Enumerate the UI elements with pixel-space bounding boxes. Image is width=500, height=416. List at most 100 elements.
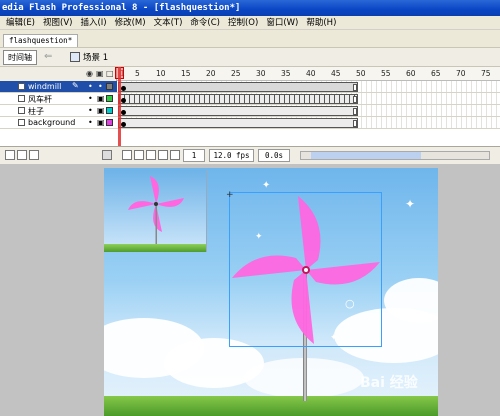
outline-swatch[interactable]	[106, 107, 113, 114]
frame-tick: 65	[431, 69, 441, 78]
lock-icon[interactable]: ▣	[97, 106, 105, 115]
menu-modify[interactable]: 修改(M)	[111, 16, 150, 29]
outline-swatch[interactable]	[106, 95, 113, 102]
center-frame-icon[interactable]	[122, 150, 132, 160]
add-guide-layer-icon[interactable]	[17, 150, 27, 160]
small-pinwheel	[128, 176, 184, 246]
frame-tick: 10	[156, 69, 166, 78]
timeline-toolbar: 时间轴 ⇐ 场景 1	[0, 47, 500, 67]
layer-name[interactable]: 柱子	[28, 106, 44, 117]
layer-icon	[18, 107, 25, 114]
keyframe[interactable]	[121, 122, 126, 127]
watermark: Bai 经验	[360, 375, 418, 391]
insert-folder-icon[interactable]	[29, 150, 39, 160]
document-tab[interactable]: flashquestion*	[3, 34, 79, 47]
frame-tick: 60	[406, 69, 416, 78]
frame-tick: 45	[331, 69, 341, 78]
layer-row-background[interactable]: background • ▣	[0, 117, 117, 129]
document-tab-bar: flashquestion*	[0, 31, 500, 47]
bubble-icon: ○	[345, 297, 355, 310]
layer-icon	[18, 95, 25, 102]
onion-markers-icon[interactable]	[170, 150, 180, 160]
layer-row-pillar[interactable]: 柱子 • ▣	[0, 105, 117, 117]
frame-tick: 35	[281, 69, 291, 78]
end-frame[interactable]	[353, 96, 357, 103]
scene-label[interactable]: 场景 1	[83, 51, 108, 63]
outline-icon[interactable]: □	[106, 69, 114, 78]
frame-row-pole[interactable]	[117, 93, 500, 105]
visibility-dot[interactable]: •	[88, 82, 93, 91]
frame-rate-field[interactable]: 12.0 fps	[209, 149, 254, 162]
frame-tick: 15	[181, 69, 191, 78]
frame-ruler[interactable]: 1 5 10 15 20 25 30 35 40 45 50 55 60 65 …	[117, 67, 500, 81]
frame-tick: 30	[256, 69, 266, 78]
back-arrow-icon[interactable]: ⇐	[44, 51, 52, 62]
frame-tick: 20	[206, 69, 216, 78]
outline-swatch[interactable]	[106, 83, 113, 90]
onion-outline-icon[interactable]	[146, 150, 156, 160]
frame-span[interactable]	[118, 82, 358, 92]
frame-span[interactable]	[118, 118, 358, 128]
frame-tick: 40	[306, 69, 316, 78]
scrollbar-thumb[interactable]	[311, 152, 421, 159]
layer-icon	[18, 119, 25, 126]
layer-header: ◉ ▣ □	[0, 67, 117, 81]
menu-window[interactable]: 窗口(W)	[262, 16, 302, 29]
window-title-bar: edia Flash Professional 8 - [flashquesti…	[0, 0, 500, 16]
frame-tick: 25	[231, 69, 241, 78]
pencil-icon: ✎	[72, 81, 79, 90]
menu-commands[interactable]: 命令(C)	[186, 16, 224, 29]
end-frame[interactable]	[353, 120, 357, 127]
menu-edit[interactable]: 编辑(E)	[2, 16, 39, 29]
layer-row-windmill[interactable]: windmill ✎ • •	[0, 81, 117, 93]
keyframe[interactable]	[121, 86, 126, 91]
frame-tick: 70	[456, 69, 466, 78]
current-frame-field: 1	[183, 149, 205, 162]
frame-span[interactable]	[118, 94, 358, 104]
layer-row-pole[interactable]: 风车杆 • ▣	[0, 93, 117, 105]
timeline-toggle-button[interactable]: 时间轴	[3, 50, 37, 65]
timeline-status-bar: 1 12.0 fps 0.0s	[0, 146, 500, 164]
menu-text[interactable]: 文本(T)	[150, 16, 187, 29]
crosshair-icon: +	[226, 190, 234, 200]
menu-help[interactable]: 帮助(H)	[302, 16, 340, 29]
keyframe[interactable]	[121, 110, 126, 115]
keyframe[interactable]	[121, 98, 126, 103]
end-frame[interactable]	[353, 108, 357, 115]
frame-row-windmill[interactable]	[117, 81, 500, 93]
layer-icon	[18, 83, 25, 90]
menu-control[interactable]: 控制(O)	[224, 16, 262, 29]
trash-icon[interactable]	[102, 150, 112, 160]
frame-tick: 75	[481, 69, 491, 78]
selection-bounding-box[interactable]	[229, 192, 382, 347]
menu-bar: 编辑(E) 视图(V) 插入(I) 修改(M) 文本(T) 命令(C) 控制(O…	[0, 16, 500, 30]
layer-name[interactable]: 风车杆	[28, 94, 52, 105]
frame-span[interactable]	[118, 106, 358, 116]
lock-icon[interactable]: ▣	[96, 69, 104, 78]
frame-tick: 55	[381, 69, 391, 78]
visibility-dot[interactable]: •	[88, 118, 93, 127]
edit-multiple-frames-icon[interactable]	[158, 150, 168, 160]
visibility-dot[interactable]: •	[88, 106, 93, 115]
eye-icon[interactable]: ◉	[86, 69, 93, 78]
outline-swatch[interactable]	[106, 119, 113, 126]
menu-view[interactable]: 视图(V)	[39, 16, 76, 29]
scene-icon	[70, 52, 80, 62]
lock-icon[interactable]: ▣	[97, 94, 105, 103]
inset-preview	[104, 170, 207, 252]
frame-row-pillar[interactable]	[117, 105, 500, 117]
onion-skin-icon[interactable]	[134, 150, 144, 160]
menu-insert[interactable]: 插入(I)	[76, 16, 110, 29]
lock-dot[interactable]: •	[98, 82, 103, 91]
grass-ground	[104, 396, 438, 416]
end-frame[interactable]	[353, 84, 357, 91]
frame-row-background[interactable]	[117, 117, 500, 129]
layer-list-empty	[0, 129, 117, 146]
visibility-dot[interactable]: •	[88, 94, 93, 103]
layer-name[interactable]: background	[28, 118, 75, 127]
horizontal-scrollbar[interactable]	[300, 151, 490, 160]
insert-layer-icon[interactable]	[5, 150, 15, 160]
lock-icon[interactable]: ▣	[97, 118, 105, 127]
inset-grass	[104, 244, 206, 252]
layer-name[interactable]: windmill	[28, 82, 61, 91]
